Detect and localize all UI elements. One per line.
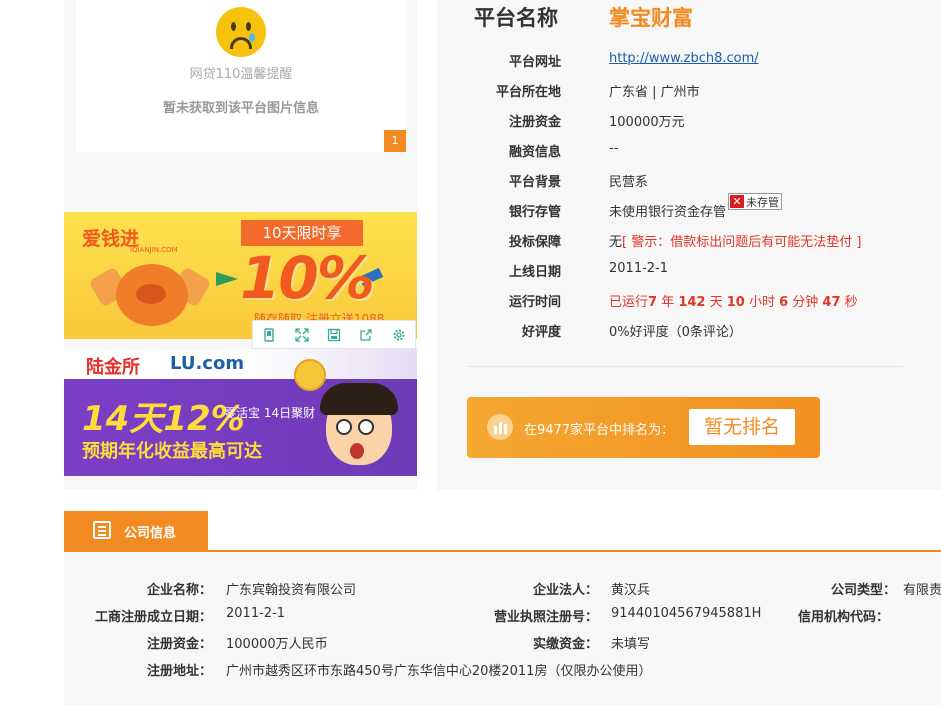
legal-person-value: 黄汉兵 (611, 583, 651, 598)
guarantee-row: 无[ 警示：借款标出问题后有可能无法垫付 ] (609, 231, 861, 250)
paper-plane-icon (216, 272, 238, 286)
close-icon: ✕ (730, 195, 745, 208)
banner-logo: 陆金所 (86, 357, 140, 378)
banner-product: 零活宝 14日聚财 (224, 406, 316, 420)
credit-code-label: 信用机构代码： (797, 610, 889, 625)
sad-face-icon (216, 7, 266, 57)
years-unit: 年 (657, 295, 679, 310)
guarantee-label: 投标保障 (508, 235, 561, 250)
location-value: 广东省 | 广州市 (609, 85, 700, 100)
run-hours: 10 (726, 295, 745, 310)
run-time-value: 已运行7 年 142 天 10 小时 6 分钟 47 秒 (609, 291, 858, 310)
license-number-value: 91440104567945881H (611, 606, 762, 621)
paid-capital-label: 实缴资金： (532, 637, 598, 652)
website-label: 平台网址 (508, 55, 561, 70)
bar-chart-icon (487, 414, 513, 440)
company-name-label: 企业名称： (146, 583, 212, 598)
coin-icon (294, 359, 326, 391)
tab-label: 公司信息 (124, 526, 177, 541)
guarantee-warning: [ 警示：借款标出问题后有可能无法垫付 ] (622, 235, 862, 250)
settings-icon[interactable] (391, 327, 407, 343)
piggy-bank-icon (116, 264, 188, 326)
banner-logo-lu: LU.com (170, 353, 245, 374)
banner-slogan: 预期年化收益最高可达 (82, 441, 262, 462)
cartoon-character-icon (320, 383, 398, 465)
run-seconds: 47 (822, 295, 841, 310)
banner-logo-sub: IQIANJIN.COM (130, 246, 178, 254)
launch-date-value: 2011-2-1 (609, 261, 669, 276)
document-icon (93, 521, 111, 539)
rating-value: 0%好评度（0条评论） (609, 325, 742, 340)
banner-headline: 14天12% (82, 399, 245, 439)
registered-capital-label: 注册资金 (508, 115, 561, 130)
lufax-ad-banner[interactable]: 陆金所 LU.com 14天12% 零活宝 14日聚财 预期年化收益最高可达 (64, 349, 417, 476)
ranking-box: 在9477家平台中排名为： 暂无排名 (467, 397, 820, 458)
share-icon[interactable] (358, 327, 374, 343)
background-label: 平台背景 (508, 175, 561, 190)
phone-icon[interactable] (261, 327, 277, 343)
minutes-unit: 分钟 (788, 295, 823, 310)
license-number-label: 营业执照注册号： (493, 610, 598, 625)
platform-name-label: 平台名称 (474, 6, 558, 30)
custody-status-badge: ✕ 未存管 (728, 193, 783, 210)
company-capital-label: 注册资金： (146, 637, 212, 652)
financing-value: -- (609, 141, 619, 156)
page-number-badge[interactable]: 1 (384, 130, 406, 152)
tip-title: 网贷110温馨提醒 (189, 67, 293, 82)
ranking-button[interactable]: 暂无排名 (689, 409, 795, 445)
financing-label: 融资信息 (508, 145, 561, 160)
save-icon[interactable] (326, 327, 342, 343)
paid-capital-value: 未填写 (611, 637, 651, 652)
background-value: 民营系 (609, 175, 649, 190)
registered-capital-value: 100000万元 (609, 115, 685, 130)
run-days: 142 (678, 295, 706, 310)
run-years: 7 (648, 295, 658, 310)
company-type-value: 有限责 (903, 583, 941, 598)
run-time-prefix: 已运行 (609, 295, 649, 310)
platform-name-value: 掌宝财富 (609, 6, 693, 30)
legal-person-label: 企业法人： (532, 583, 598, 598)
company-capital-value: 100000万人民币 (226, 637, 328, 652)
ranking-text: 在9477家平台中排名为： (524, 423, 675, 438)
bank-custody-label: 银行存管 (508, 205, 561, 220)
rating-label: 好评度 (521, 325, 561, 340)
custody-status-text: 未存管 (746, 195, 780, 209)
founded-date-value: 2011-2-1 (226, 606, 286, 621)
divider (467, 366, 903, 367)
address-label: 注册地址： (146, 664, 212, 679)
location-label: 平台所在地 (495, 85, 561, 100)
company-type-label: 公司类型： (830, 583, 896, 598)
bank-custody-row: 未使用银行资金存管 ✕ 未存管 (609, 193, 783, 220)
guarantee-value: 无 (609, 235, 623, 250)
launch-date-label: 上线日期 (508, 265, 561, 280)
banner-percent: 10% (240, 244, 375, 312)
company-info-panel (64, 552, 941, 705)
run-time-label: 运行时间 (508, 295, 561, 310)
days-unit: 天 (705, 295, 727, 310)
seconds-unit: 秒 (840, 295, 858, 310)
address-value: 广州市越秀区环市东路450号广东华信中心20楼2011房（仅限办公使用） (226, 664, 652, 679)
company-name-value: 广东宾翰投资有限公司 (226, 583, 357, 598)
banner-tag: 10天限时享 (241, 220, 363, 246)
run-minutes: 6 (779, 295, 789, 310)
tab-company-info[interactable]: 公司信息 (64, 511, 208, 551)
website-link[interactable]: http://www.zbch8.com/ (609, 51, 759, 66)
image-toolbar (252, 320, 416, 349)
no-image-message: 暂未获取到该平台图片信息 (162, 101, 319, 116)
expand-icon[interactable] (294, 327, 310, 343)
hours-unit: 小时 (744, 295, 780, 310)
founded-date-label: 工商注册成立日期： (94, 610, 212, 625)
bank-custody-value: 未使用银行资金存管 (609, 205, 727, 220)
